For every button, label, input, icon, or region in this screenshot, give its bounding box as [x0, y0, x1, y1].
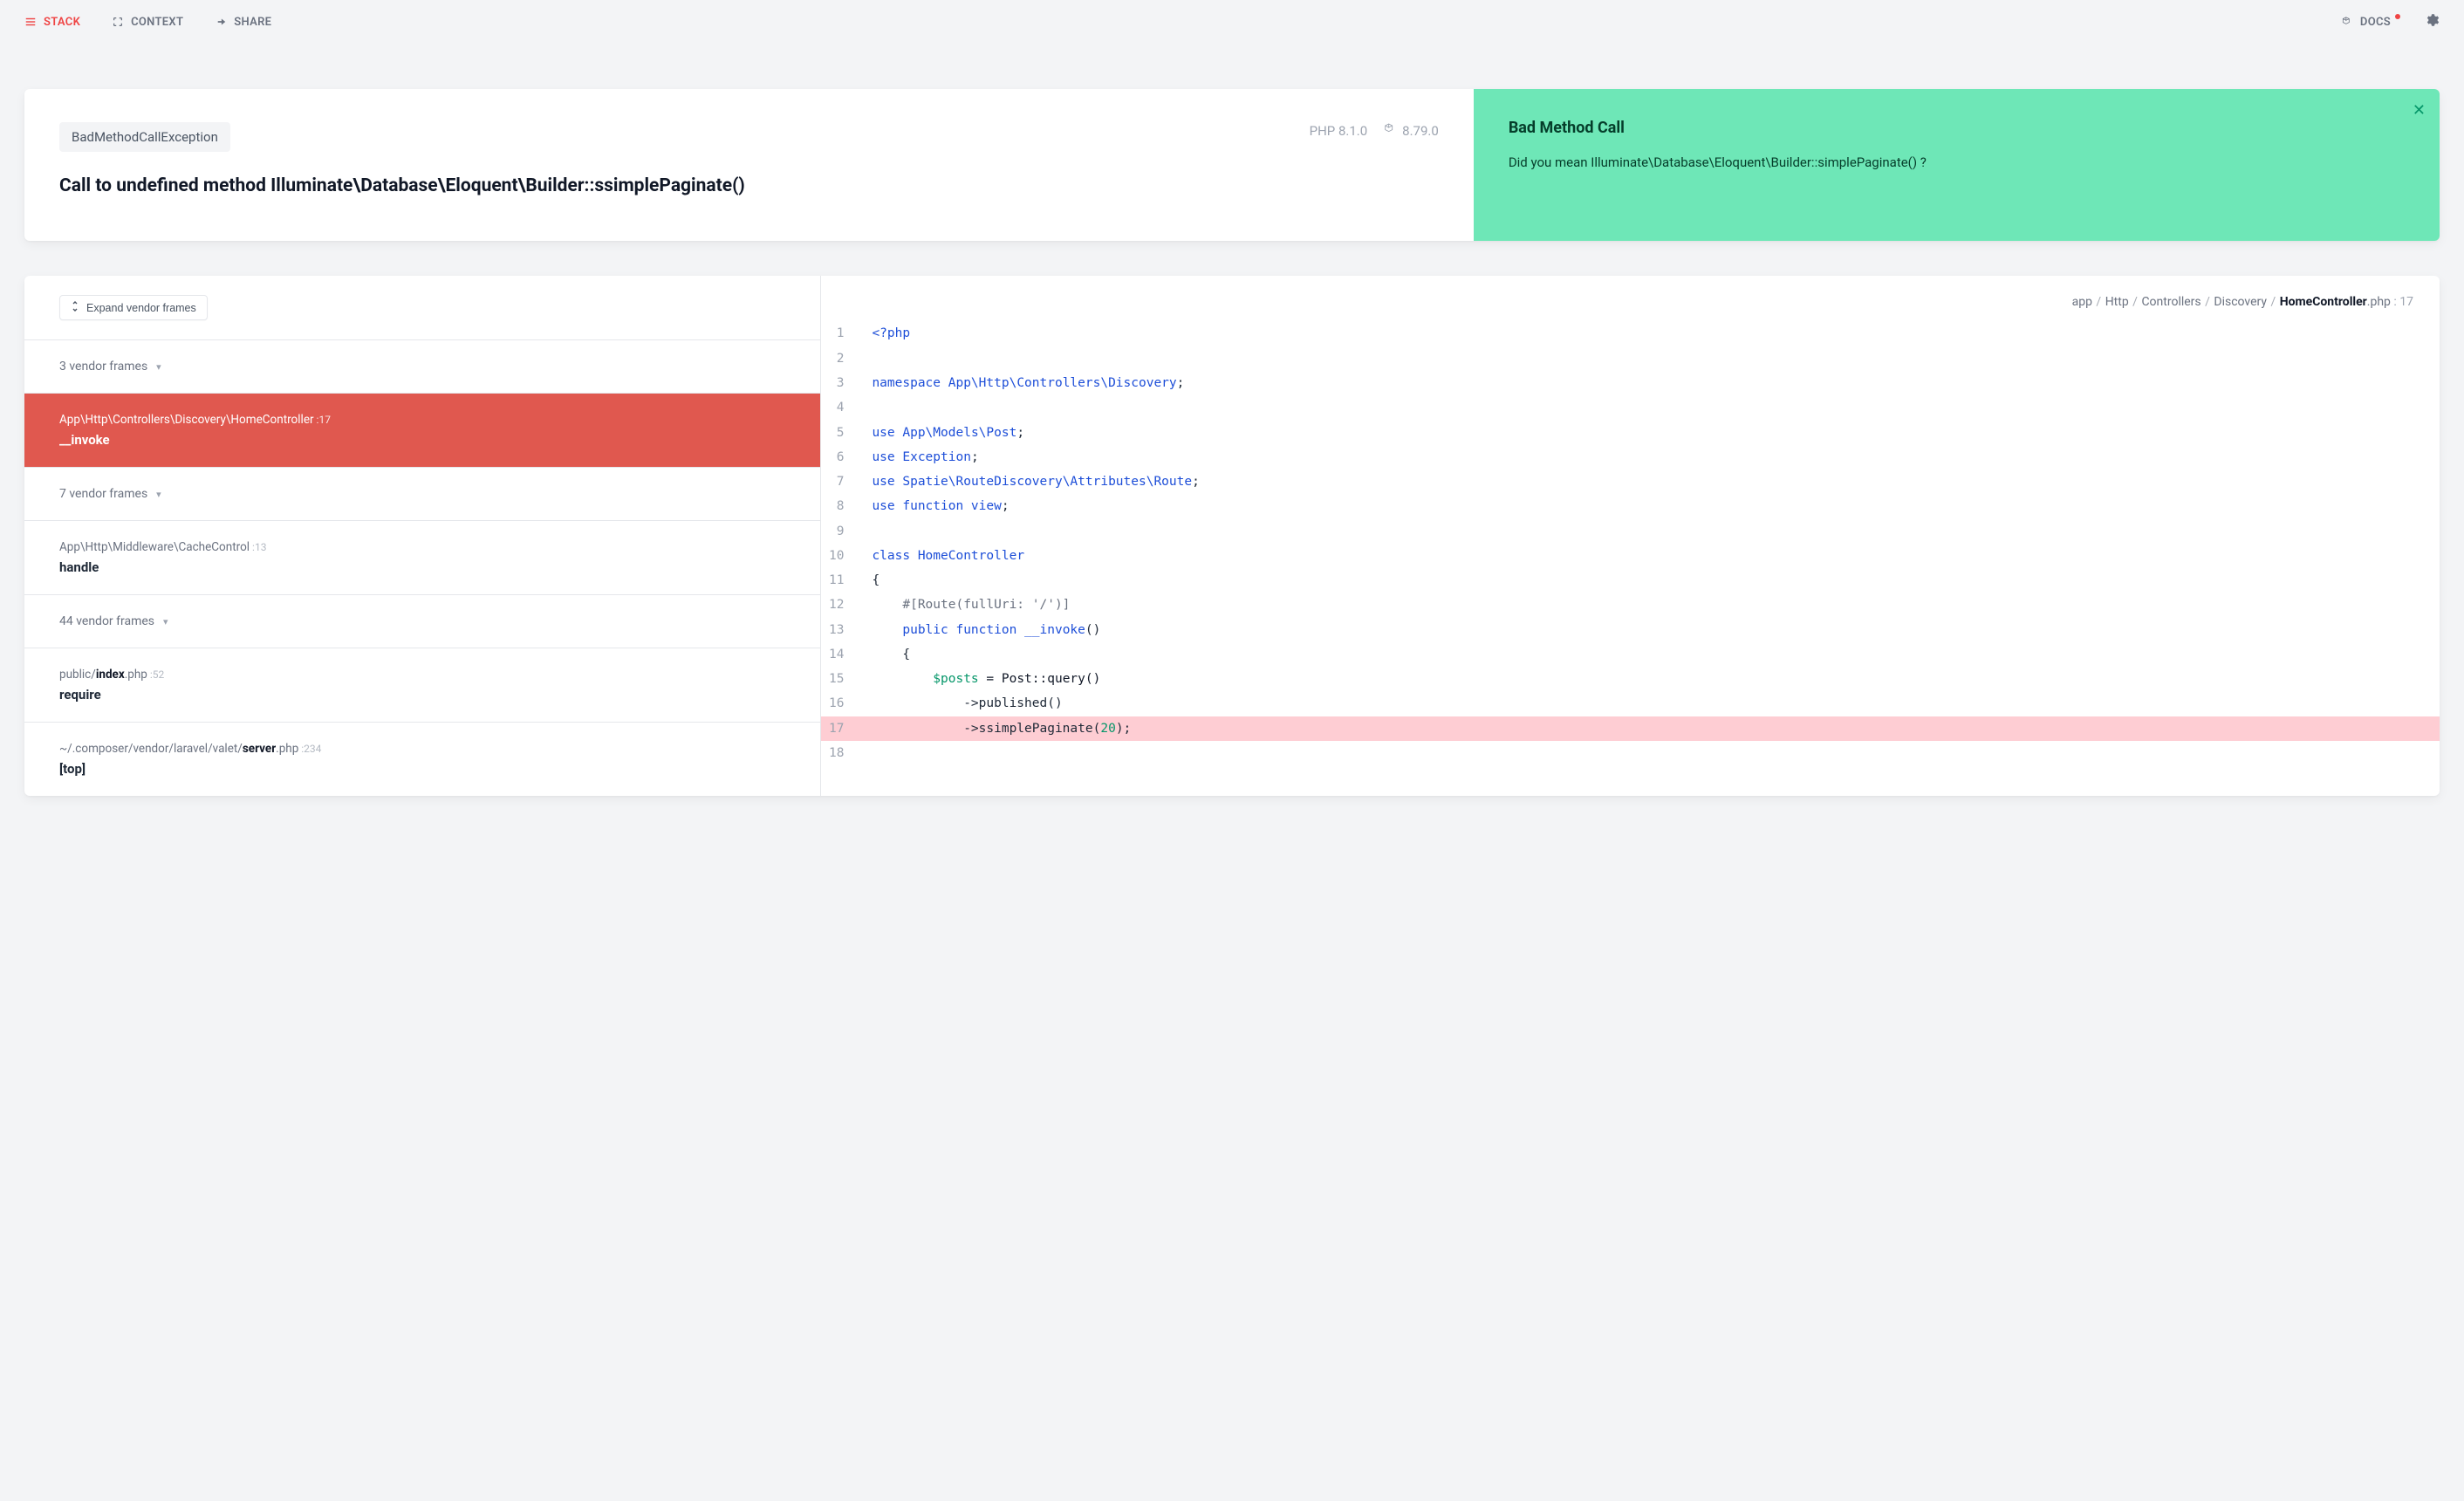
code-line: 1<?php	[821, 321, 2440, 346]
expand-vendor-frames-button[interactable]: Expand vendor frames	[59, 295, 208, 320]
stack-frame[interactable]: 7 vendor frames ▾	[24, 467, 820, 520]
frame-label: 3 vendor frames	[59, 360, 147, 374]
code-file-path: app / Http / Controllers / Discovery / H…	[821, 276, 2440, 321]
chevron-down-icon: ▾	[156, 361, 161, 373]
share-icon	[215, 16, 227, 28]
stack-frame[interactable]: App\Http\Controllers\Discovery\HomeContr…	[24, 393, 820, 467]
frame-method: require	[59, 687, 785, 703]
stack-icon	[24, 16, 37, 28]
nav-docs[interactable]: DOCS	[2341, 16, 2403, 29]
frame-path: App\Http\Controllers\Discovery\HomeContr…	[59, 413, 785, 427]
nav-stack[interactable]: STACK	[24, 16, 80, 29]
code-line: 13 public function __invoke()	[821, 618, 2440, 642]
context-icon	[112, 16, 124, 28]
frame-method: __invoke	[59, 432, 785, 448]
code-line: 10class HomeController	[821, 544, 2440, 568]
expand-icon	[71, 301, 79, 314]
code-line: 14 {	[821, 642, 2440, 667]
php-version: PHP 8.1.0	[1310, 123, 1368, 139]
exception-class-badge: BadMethodCallException	[59, 122, 230, 152]
code-line: 18	[821, 741, 2440, 765]
frame-path: public/index.php :52	[59, 668, 785, 682]
frame-method: [top]	[59, 761, 785, 777]
nav-context-label: CONTEXT	[131, 16, 183, 29]
frame-path: App\Http\Middleware\CacheControl :13	[59, 540, 785, 554]
code-line: 17 ->ssimplePaginate(20);	[821, 716, 2440, 741]
stack-frame[interactable]: App\Http\Middleware\CacheControl :13 hand…	[24, 520, 820, 594]
chevron-down-icon: ▾	[156, 489, 161, 500]
stack-frame[interactable]: ~/.composer/vendor/laravel/valet/server.…	[24, 722, 820, 796]
solution-title: Bad Method Call	[1509, 119, 2405, 137]
code-line: 8use function view;	[821, 494, 2440, 518]
stack-frames-list: Expand vendor frames 3 vendor frames ▾ Ap…	[24, 276, 821, 796]
laravel-icon	[1383, 122, 1397, 140]
solution-text: Did you mean Illuminate\Database\Eloquen…	[1509, 153, 2405, 173]
stack-trace-card: Expand vendor frames 3 vendor frames ▾ Ap…	[24, 276, 2440, 796]
code-line: 12 #[Route(fullUri: '/')]	[821, 593, 2440, 617]
code-line: 4	[821, 395, 2440, 420]
error-summary-card: PHP 8.1.0 8.79.0 BadMethodCallException …	[24, 89, 2440, 241]
code-line: 6use Exception;	[821, 445, 2440, 469]
top-nav: STACK CONTEXT SHARE DOCS	[0, 0, 2464, 44]
gear-icon	[2424, 12, 2440, 31]
notification-dot	[2395, 14, 2400, 19]
error-message: Call to undefined method Illuminate\Data…	[59, 173, 1301, 199]
nav-share[interactable]: SHARE	[215, 16, 271, 29]
code-line: 3namespace App\Http\Controllers\Discover…	[821, 371, 2440, 395]
expand-vendor-label: Expand vendor frames	[86, 302, 196, 314]
code-line: 15 $posts = Post::query()	[821, 667, 2440, 691]
stack-frame[interactable]: 44 vendor frames ▾	[24, 594, 820, 648]
close-icon[interactable]: ✕	[2413, 101, 2426, 120]
nav-stack-label: STACK	[44, 16, 80, 29]
code-line: 9	[821, 519, 2440, 544]
stack-frame[interactable]: public/index.php :52 require	[24, 648, 820, 722]
frame-label: 7 vendor frames	[59, 487, 147, 501]
laravel-icon	[2341, 16, 2353, 28]
nav-context[interactable]: CONTEXT	[112, 16, 183, 29]
frame-method: handle	[59, 559, 785, 575]
stack-frame[interactable]: 3 vendor frames ▾	[24, 339, 820, 393]
code-viewer: app / Http / Controllers / Discovery / H…	[821, 276, 2440, 796]
code-line: 7use Spatie\RouteDiscovery\Attributes\Ro…	[821, 469, 2440, 494]
code-line: 11{	[821, 568, 2440, 593]
frame-path: ~/.composer/vendor/laravel/valet/server.…	[59, 742, 785, 756]
code-line: 5use App\Models\Post;	[821, 421, 2440, 445]
nav-share-label: SHARE	[234, 16, 271, 29]
laravel-version: 8.79.0	[1402, 123, 1439, 139]
chevron-down-icon: ▾	[163, 616, 168, 627]
nav-docs-label: DOCS	[2360, 16, 2391, 29]
error-meta: PHP 8.1.0 8.79.0	[1310, 122, 1439, 140]
code-line: 16 ->published()	[821, 691, 2440, 716]
settings-button[interactable]	[2424, 12, 2440, 31]
solution-panel: ✕ Bad Method Call Did you mean Illuminat…	[1474, 89, 2440, 241]
frame-label: 44 vendor frames	[59, 614, 154, 628]
code-line: 2	[821, 346, 2440, 371]
